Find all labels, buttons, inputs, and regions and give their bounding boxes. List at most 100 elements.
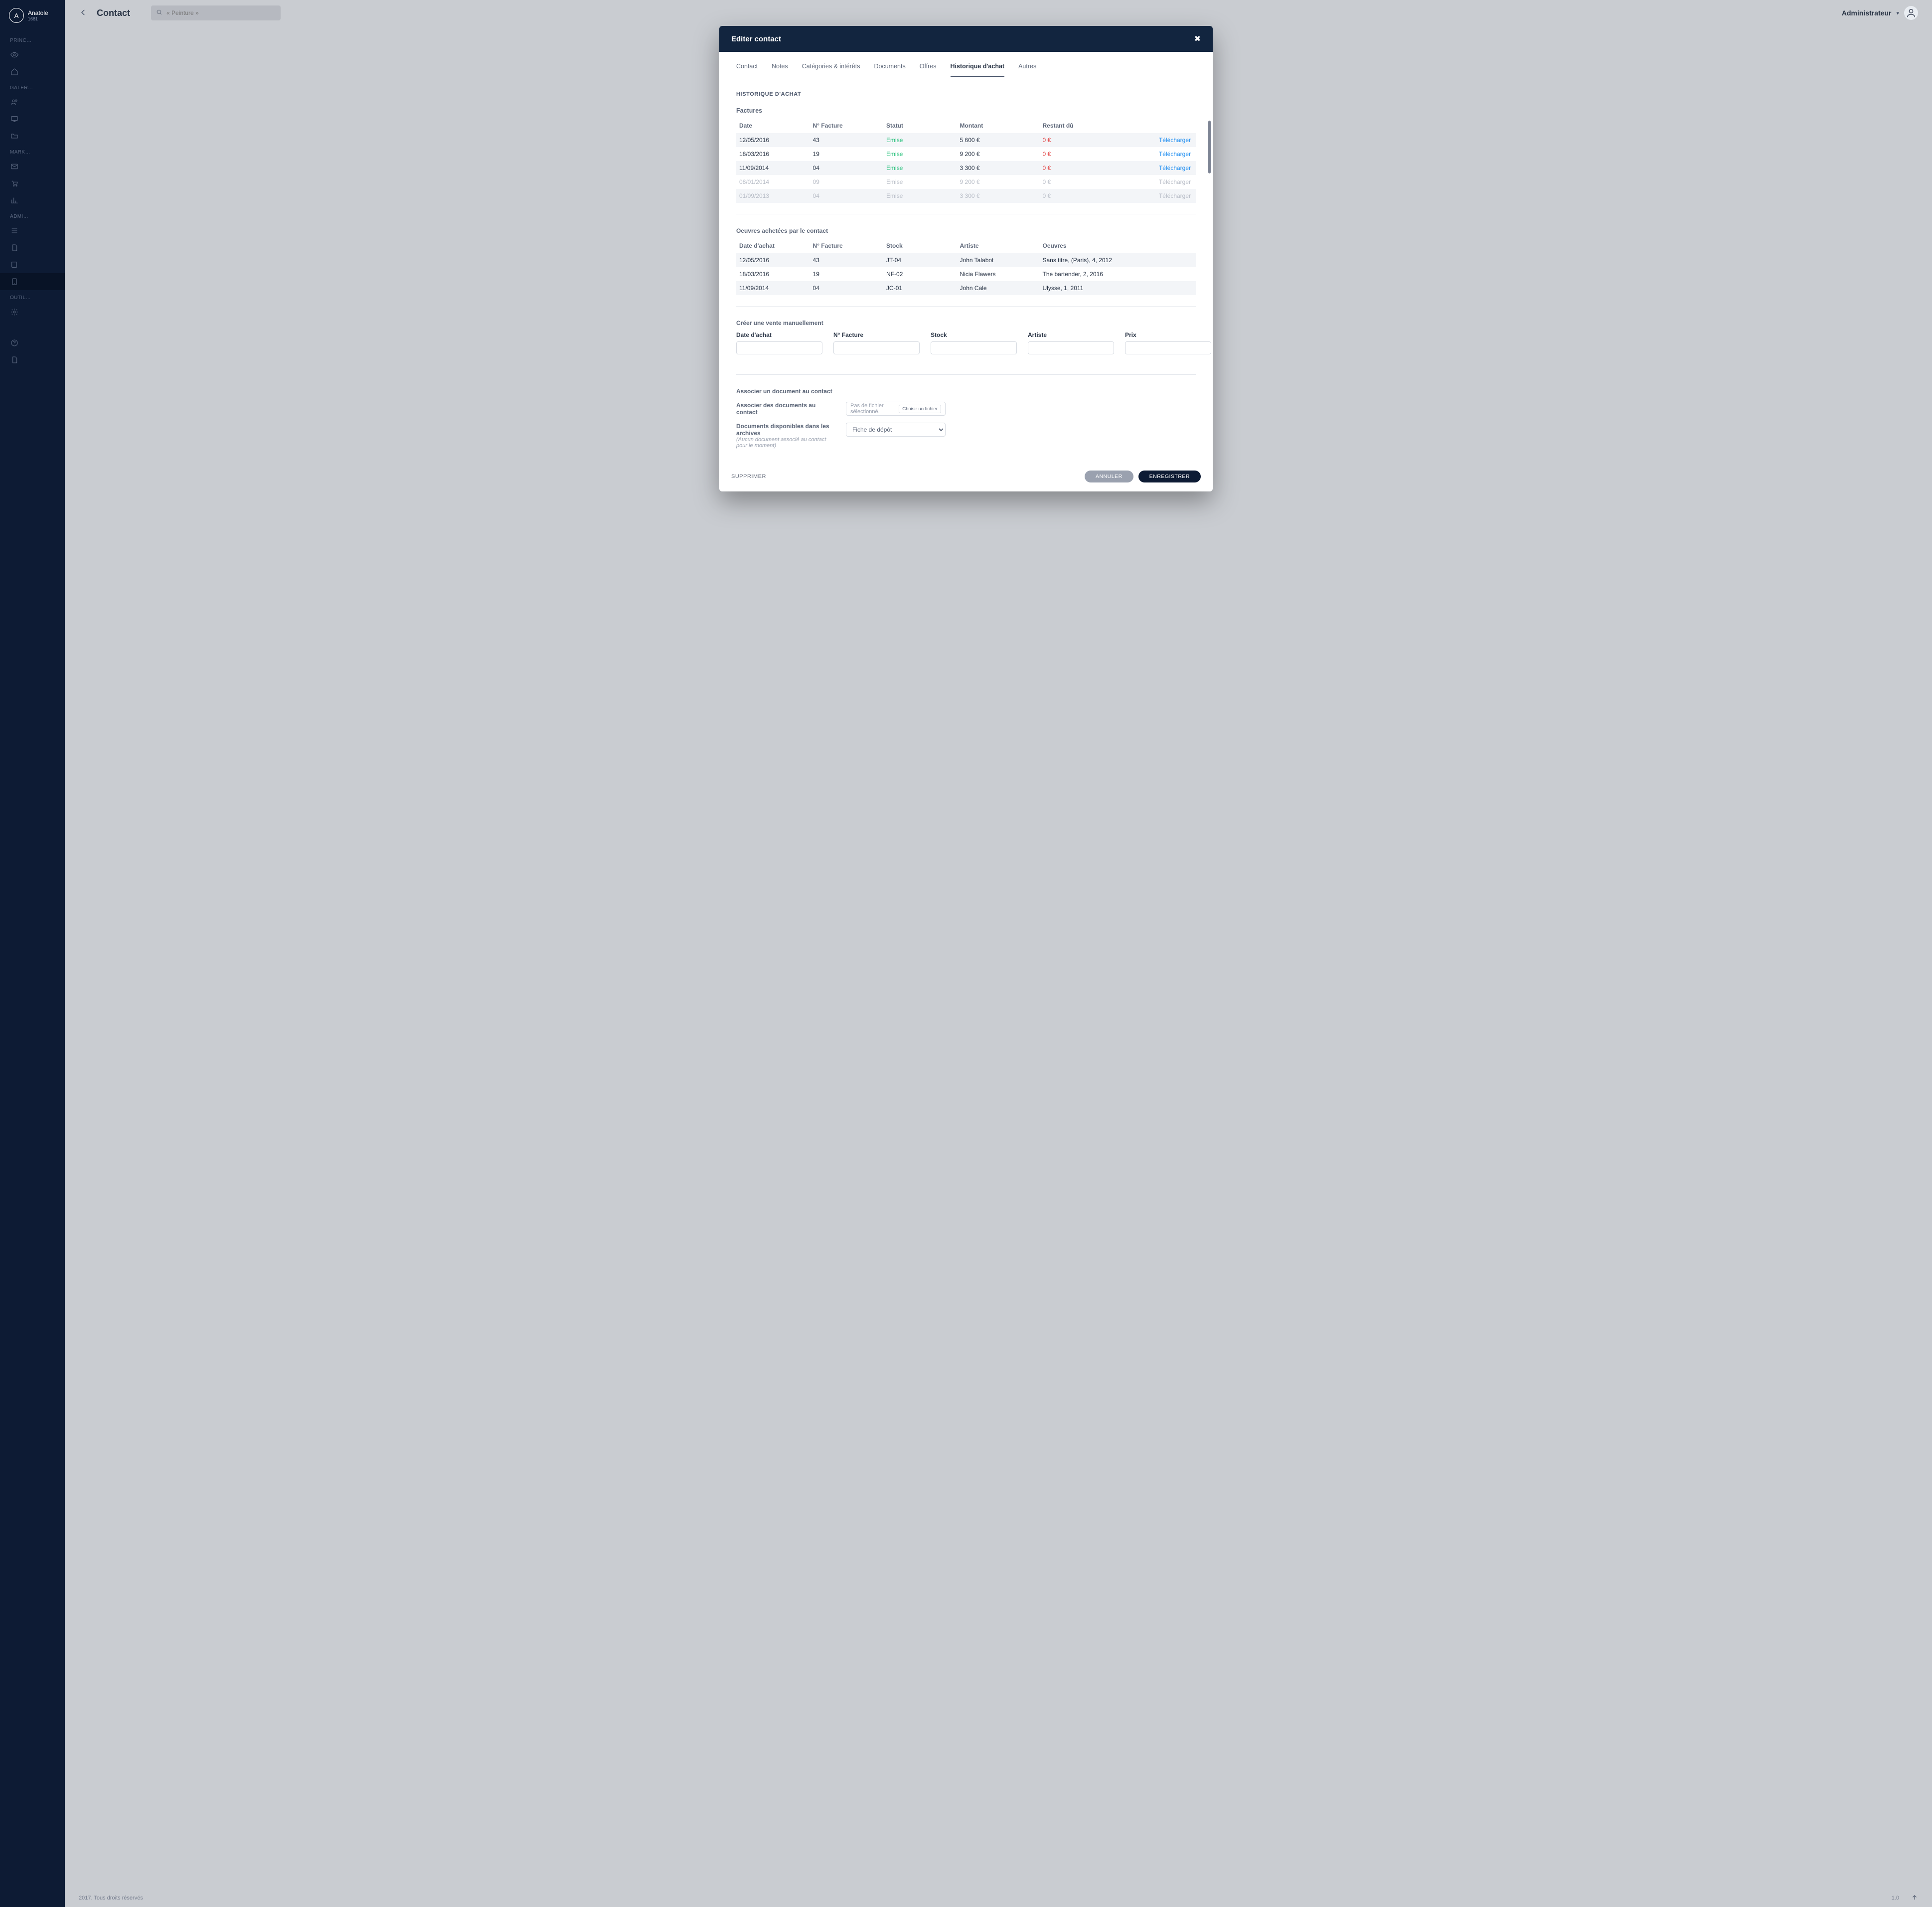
input-number[interactable] [833,341,920,354]
artwork-row: 12/05/201643JT-04John TalabotSans titre,… [736,253,1196,267]
artwork-title: Ulysse, 1, 2011 [1040,281,1196,295]
tab-documents[interactable]: Documents [874,63,905,77]
invoices-th-status: Statut [883,118,957,133]
invoice-status: Emise [883,161,957,175]
tab-contact[interactable]: Contact [736,63,758,77]
artwork-artist: John Cale [957,281,1040,295]
separator [736,306,1196,307]
download-link[interactable]: Télécharger [1159,151,1191,158]
invoice-number: 19 [810,147,884,161]
artwork-date: 11/09/2014 [736,281,810,295]
artworks-th-stock: Stock [883,238,957,253]
file-picker[interactable]: Pas de fichier sélectionné. Choisir un f… [846,402,946,416]
artworks-table: Date d'achat N° Facture Stock Artiste Oe… [736,238,1196,295]
download-link: Télécharger [1159,178,1191,185]
invoice-amount: 3 300 € [957,189,1040,203]
download-link[interactable]: Télécharger [1159,137,1191,144]
associate-archive-label-text: Documents disponibles dans les archives [736,423,829,437]
artworks-th-number: N° Facture [810,238,884,253]
separator [736,374,1196,375]
label-number: N° Facture [833,331,920,338]
save-button[interactable]: ENREGISTRER [1138,471,1201,482]
label-price: Prix [1125,331,1211,338]
scrollbar-thumb[interactable] [1208,121,1211,173]
artwork-number: 04 [810,281,884,295]
artwork-artist: John Talabot [957,253,1040,267]
invoice-row: 11/09/201404Emise3 300 €0 € Télécharger [736,161,1196,175]
invoice-date: 08/01/2014 [736,175,810,189]
artwork-number: 43 [810,253,884,267]
invoice-date: 18/03/2016 [736,147,810,161]
artwork-title: The bartender, 2, 2016 [1040,267,1196,281]
tab-autres[interactable]: Autres [1018,63,1036,77]
tab-categories[interactable]: Catégories & intérêts [802,63,860,77]
manual-sale-heading: Créer une vente manuellement [736,319,1196,326]
associate-file-label: Associer des documents au contact [736,402,836,416]
associate-archive-label: Documents disponibles dans les archives … [736,423,836,449]
artwork-stock: JC-01 [883,281,957,295]
choose-file-button[interactable]: Choisir un fichier [899,405,941,413]
artworks-th-work: Oeuvres [1040,238,1196,253]
invoice-number: 09 [810,175,884,189]
tab-history[interactable]: Historique d'achat [951,63,1005,77]
invoice-remaining: 0 € [1040,133,1104,147]
artwork-artist: Nicia Flawers [957,267,1040,281]
archive-select[interactable]: Fiche de dépôt [846,423,946,437]
artwork-date: 12/05/2016 [736,253,810,267]
history-heading: HISTORIQUE D'ACHAT [736,91,1196,97]
invoice-number: 04 [810,189,884,203]
label-stock: Stock [931,331,1017,338]
invoice-number: 04 [810,161,884,175]
file-placeholder: Pas de fichier sélectionné. [850,403,894,415]
modal-footer: SUPPRIMER ANNULER ENREGISTRER [719,464,1213,491]
invoice-date: 12/05/2016 [736,133,810,147]
artworks-heading: Oeuvres achetées par le contact [736,227,1196,234]
associate-heading: Associer un document au contact [736,388,1196,395]
invoice-date: 01/09/2013 [736,189,810,203]
tabs: Contact Notes Catégories & intérêts Docu… [736,52,1196,77]
invoice-row: 12/05/201643Emise5 600 €0 € Télécharger [736,133,1196,147]
invoice-status: Emise [883,133,957,147]
close-icon[interactable]: ✖ [1194,34,1201,44]
invoices-th-number: N° Facture [810,118,884,133]
artworks-th-date: Date d'achat [736,238,810,253]
invoice-amount: 3 300 € [957,161,1040,175]
label-date: Date d'achat [736,331,822,338]
invoices-table: Date N° Facture Statut Montant Restant d… [736,118,1196,203]
tab-notes[interactable]: Notes [772,63,788,77]
invoice-number: 43 [810,133,884,147]
invoice-amount: 5 600 € [957,133,1040,147]
invoices-th-download [1104,118,1196,133]
invoice-status: Emise [883,189,957,203]
invoice-remaining: 0 € [1040,147,1104,161]
invoice-row: 18/03/201619Emise9 200 €0 €Télécharger [736,147,1196,161]
invoice-amount: 9 200 € [957,175,1040,189]
download-link[interactable]: Télécharger [1159,164,1191,171]
artwork-stock: NF-02 [883,267,957,281]
input-date[interactable] [736,341,822,354]
invoice-row: 08/01/201409Emise9 200 €0 € Télécharger [736,175,1196,189]
label-artist: Artiste [1028,331,1114,338]
invoice-remaining: 0 € [1040,161,1104,175]
invoice-amount: 9 200 € [957,147,1040,161]
artwork-number: 19 [810,267,884,281]
modal-header: Editer contact ✖ [719,26,1213,52]
invoice-remaining: 0 € [1040,189,1104,203]
artwork-stock: JT-04 [883,253,957,267]
invoice-status: Emise [883,175,957,189]
artwork-title: Sans titre, (Paris), 4, 2012 [1040,253,1196,267]
tab-offres[interactable]: Offres [920,63,937,77]
artwork-row: 11/09/201404JC-01John CaleUlysse, 1, 201… [736,281,1196,295]
input-price[interactable] [1125,341,1211,354]
invoice-date: 11/09/2014 [736,161,810,175]
invoice-row: 01/09/201304Emise3 300 €0 € Télécharger [736,189,1196,203]
invoice-remaining: 0 € [1040,175,1104,189]
input-artist[interactable] [1028,341,1114,354]
download-link: Télécharger [1159,192,1191,199]
invoices-heading: Factures [736,107,1196,114]
delete-button[interactable]: SUPPRIMER [731,474,766,479]
artwork-row: 18/03/201619NF-02Nicia FlawersThe barten… [736,267,1196,281]
cancel-button[interactable]: ANNULER [1085,471,1133,482]
input-stock[interactable] [931,341,1017,354]
artwork-date: 18/03/2016 [736,267,810,281]
